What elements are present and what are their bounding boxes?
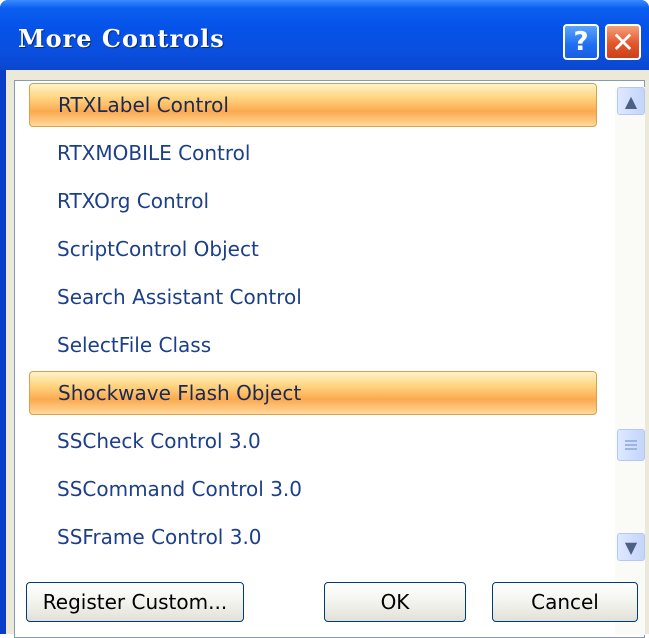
register-custom-button[interactable]: Register Custom... (26, 582, 244, 622)
cancel-button[interactable]: Cancel (492, 582, 638, 622)
controls-list[interactable]: RTXLabel Control RTXMOBILE Control RTXOr… (14, 80, 645, 638)
list-item-rtxmobile-control[interactable]: RTXMOBILE Control (29, 131, 597, 175)
list-item-label: SSCommand Control 3.0 (57, 477, 302, 501)
scroll-up-button[interactable]: ▲ (617, 87, 645, 115)
dialog-title: More Controls (18, 24, 225, 53)
help-icon: ? (573, 27, 589, 57)
list-scrollbar[interactable]: ▲ ▼ (615, 87, 645, 635)
list-item-label: RTXMOBILE Control (57, 141, 251, 165)
help-button[interactable]: ? (563, 24, 599, 60)
chevron-up-icon: ▲ (624, 91, 638, 111)
list-item-rtxlabel-control[interactable]: RTXLabel Control (29, 83, 597, 127)
close-icon: ✕ (611, 25, 635, 59)
dialog-client-area: RTXLabel Control RTXMOBILE Control RTXOr… (6, 70, 649, 638)
list-item-rtxorg-control[interactable]: RTXOrg Control (29, 179, 597, 223)
list-item-selectfile-class[interactable]: SelectFile Class (29, 323, 597, 367)
more-controls-dialog: More Controls ? ✕ RTXLabel Control RTXMO… (0, 0, 649, 638)
list-item-label: RTXOrg Control (57, 189, 210, 213)
list-item-label: SelectFile Class (57, 333, 212, 357)
list-item-shockwave-flash-object[interactable]: Shockwave Flash Object (29, 371, 597, 415)
ok-button[interactable]: OK (324, 582, 466, 622)
list-item-scriptcontrol-object[interactable]: ScriptControl Object (29, 227, 597, 271)
list-item-ssframe-control[interactable]: SSFrame Control 3.0 (29, 515, 597, 559)
close-button[interactable]: ✕ (605, 24, 641, 60)
chevron-down-icon: ▼ (624, 537, 638, 557)
scroll-thumb[interactable] (617, 429, 645, 461)
list-item-label: SSFrame Control 3.0 (57, 525, 262, 549)
list-item-label: SSCheck Control 3.0 (57, 429, 261, 453)
scroll-down-button[interactable]: ▼ (617, 533, 645, 561)
list-item-label: ScriptControl Object (57, 237, 259, 261)
list-item-label: Shockwave Flash Object (58, 381, 302, 405)
grip-line (625, 444, 637, 446)
grip-line (625, 448, 637, 450)
title-bar[interactable]: More Controls ? ✕ (0, 0, 649, 70)
list-item-label: RTXLabel Control (58, 93, 229, 117)
grip-line (625, 440, 637, 442)
list-item-sscheck-control[interactable]: SSCheck Control 3.0 (29, 419, 597, 463)
list-item-label: Search Assistant Control (57, 285, 302, 309)
list-item-search-assistant-control[interactable]: Search Assistant Control (29, 275, 597, 319)
list-item-sscommand-control[interactable]: SSCommand Control 3.0 (29, 467, 597, 511)
